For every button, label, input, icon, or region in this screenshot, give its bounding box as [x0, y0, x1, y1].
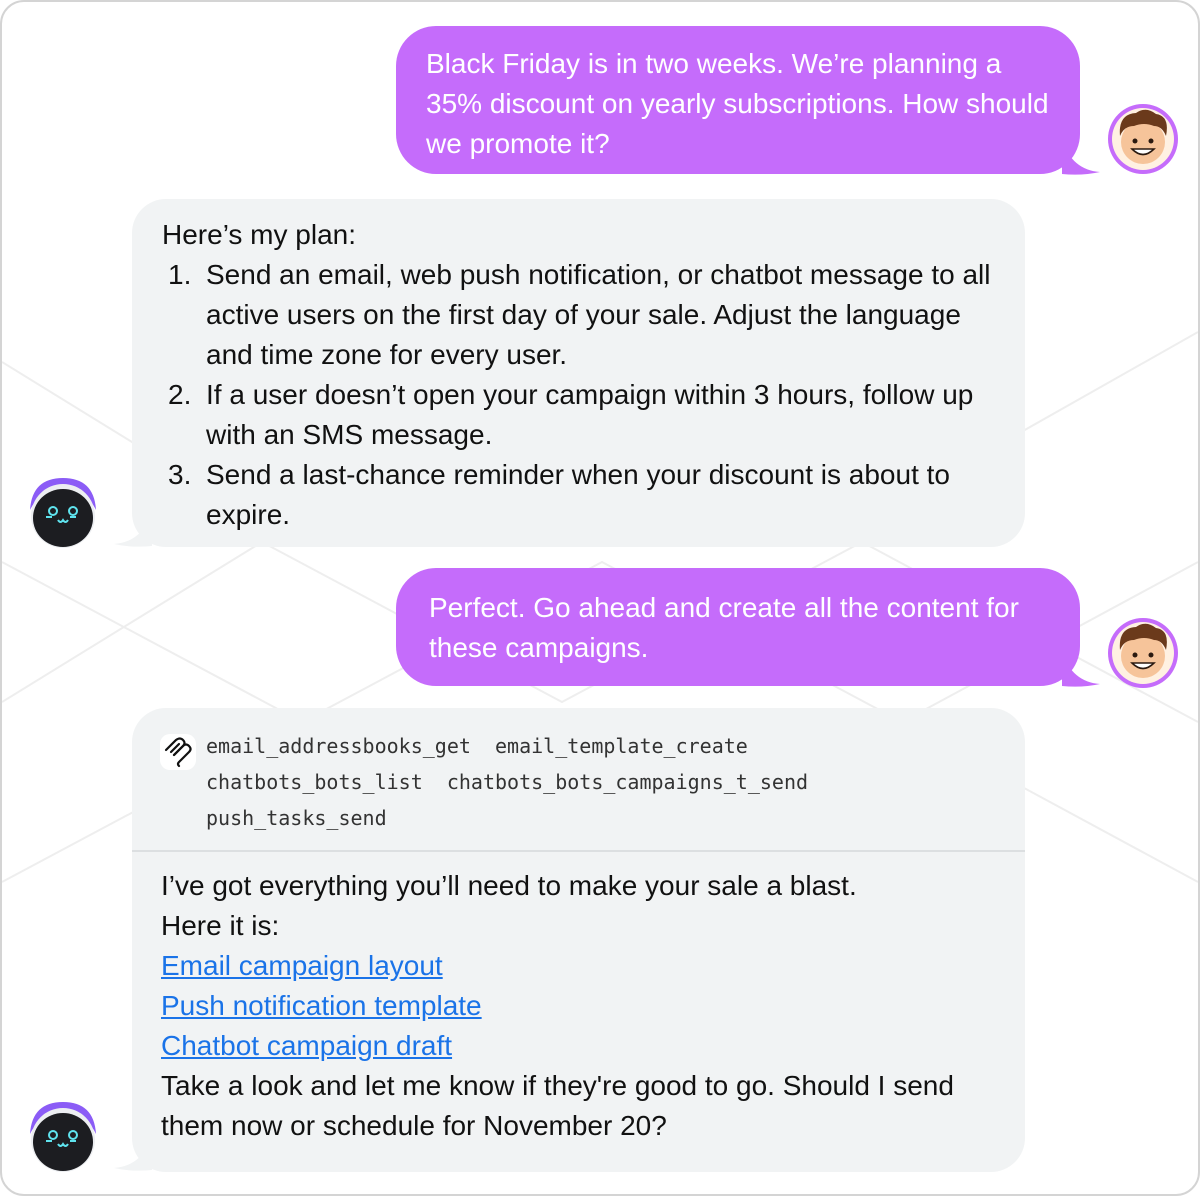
- user-avatar: [1106, 102, 1180, 176]
- user-message-text: Perfect. Go ahead and create all the con…: [429, 592, 1019, 663]
- user-avatar: [1106, 616, 1180, 690]
- plan-step-text: If a user doesn’t open your campaign wit…: [206, 379, 974, 450]
- user-message-2: Perfect. Go ahead and create all the con…: [396, 568, 1080, 686]
- plan-step-text: Send a last-chance reminder when your di…: [206, 459, 950, 530]
- user-message-text: Black Friday is in two weeks. We’re plan…: [426, 48, 1049, 159]
- user-bubble-tail: [1062, 652, 1100, 687]
- assistant-bubble-tail: [114, 512, 152, 547]
- plan-step-3: 3. Send a last-chance reminder when your…: [162, 455, 1005, 535]
- assistant-avatar: [26, 1100, 100, 1174]
- chatbot-draft-link[interactable]: Chatbot campaign draft: [161, 1026, 1001, 1066]
- assistant-message-1: Here’s my plan: 1. Send an email, web pu…: [132, 199, 1025, 547]
- plan-intro: Here’s my plan:: [162, 219, 357, 250]
- chat-window: Black Friday is in two weeks. We’re plan…: [0, 0, 1200, 1196]
- reply-line-2: Here it is:: [161, 910, 280, 941]
- assistant-reply: I’ve got everything you’ll need to make …: [132, 852, 1025, 1146]
- plan-step-1: 1. Send an email, web push notification,…: [162, 255, 1005, 375]
- tool-calls-row-2: chatbots_bots_list chatbots_bots_campaig…: [206, 770, 809, 794]
- reply-closing: Take a look and let me know if they're g…: [161, 1070, 954, 1141]
- tool-calls-row-1: email_addressbooks_get email_template_cr…: [206, 734, 748, 758]
- tool-calls-panel: email_addressbooks_get email_template_cr…: [132, 708, 1025, 852]
- plan-step-text: Send an email, web push notification, or…: [206, 259, 991, 370]
- reply-line-1: I’ve got everything you’ll need to make …: [161, 870, 857, 901]
- plan-step-number: 3.: [168, 459, 192, 490]
- push-template-link[interactable]: Push notification template: [161, 986, 1001, 1026]
- assistant-bubble-tail: [114, 1136, 152, 1171]
- plan-steps-list: 1. Send an email, web push notification,…: [162, 255, 1005, 535]
- email-campaign-link[interactable]: Email campaign layout: [161, 946, 1001, 986]
- assistant-avatar: [26, 476, 100, 550]
- plan-step-2: 2. If a user doesn’t open your campaign …: [162, 375, 1005, 455]
- user-message-1: Black Friday is in two weeks. We’re plan…: [396, 26, 1080, 174]
- assistant-message-2: email_addressbooks_get email_template_cr…: [132, 708, 1025, 1172]
- plan-step-number: 1.: [168, 259, 192, 290]
- user-bubble-tail: [1062, 140, 1100, 175]
- mcp-tools-icon: [160, 734, 196, 770]
- tool-calls-row-3: push_tasks_send: [206, 806, 387, 830]
- plan-step-number: 2.: [168, 379, 192, 410]
